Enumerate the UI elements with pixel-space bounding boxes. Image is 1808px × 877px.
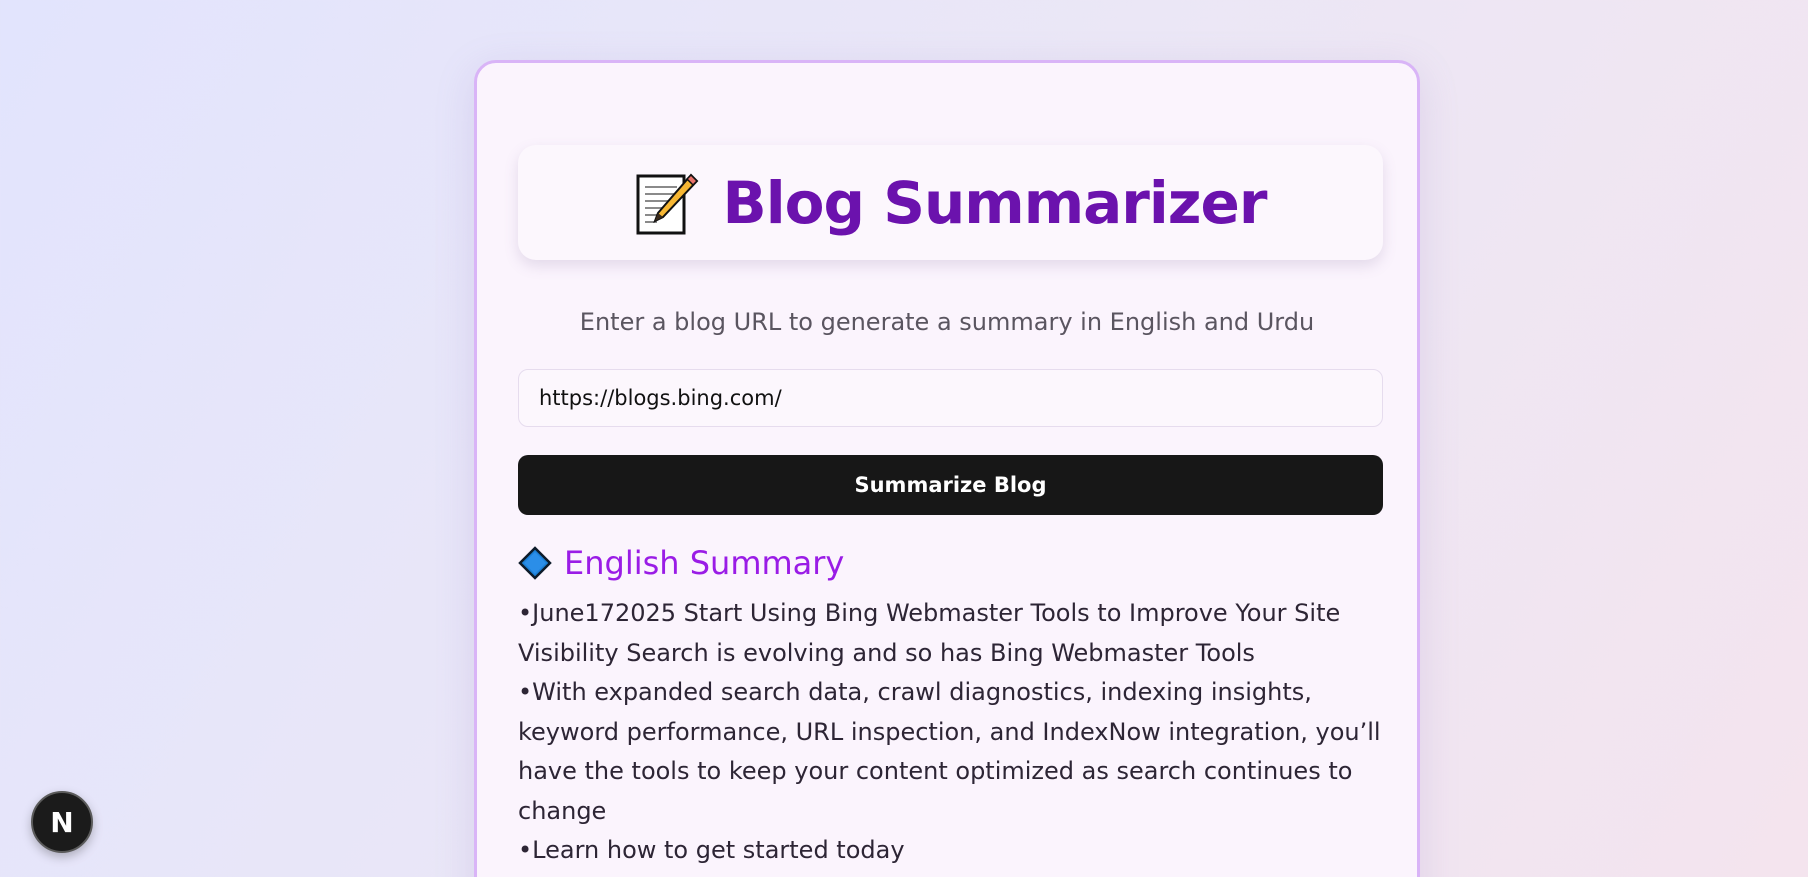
memo-icon <box>636 173 698 234</box>
blue-diamond-icon <box>518 546 552 580</box>
blog-url-input[interactable] <box>518 369 1383 427</box>
summary-item: With expanded search data, crawl diagnos… <box>518 673 1383 831</box>
summary-item: June172025 Start Using Bing Webmaster To… <box>518 594 1383 673</box>
nextjs-badge-label: N <box>50 805 74 839</box>
nextjs-icon[interactable]: N <box>31 791 93 853</box>
summary-item: Learn how to get started today <box>518 831 1383 871</box>
page-title: Blog Summarizer <box>722 168 1268 237</box>
page-subtitle: Enter a blog URL to generate a summary i… <box>579 308 1315 336</box>
summarizer-card: Blog Summarizer Enter a blog URL to gene… <box>474 60 1420 877</box>
summarize-blog-button[interactable]: Summarize Blog <box>518 455 1383 515</box>
english-summary-list: June172025 Start Using Bing Webmaster To… <box>518 594 1383 871</box>
header-box: Blog Summarizer <box>518 145 1383 260</box>
english-summary-heading: English Summary <box>518 544 844 582</box>
section-title: English Summary <box>564 544 845 582</box>
